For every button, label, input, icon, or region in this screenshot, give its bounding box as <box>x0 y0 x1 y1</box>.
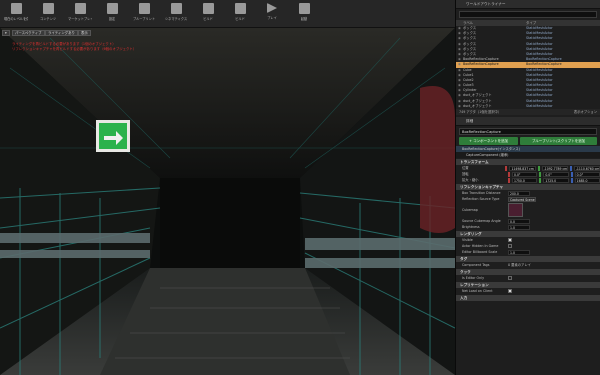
scale-z-field[interactable]: 1685.0 <box>574 177 600 183</box>
brightness-field[interactable]: 1.0 <box>508 224 530 230</box>
marketplace-button[interactable]: マーケットプレイス <box>68 3 92 26</box>
component-child[interactable]: CaptureComponent (継承) <box>456 152 600 158</box>
net-load-checkbox[interactable] <box>508 289 512 293</box>
cubemap-angle-field[interactable]: 0.0 <box>508 218 530 224</box>
cinematics-button[interactable]: シネマティクス <box>164 3 188 26</box>
location-x-field[interactable]: 11498.837 cm <box>509 165 536 171</box>
rotation-y-field[interactable]: 0.0° <box>543 171 569 177</box>
content-button[interactable]: コンテンツ <box>36 3 60 26</box>
hammer-icon <box>234 3 246 14</box>
scale-y-field[interactable]: 1725.0 <box>543 177 569 183</box>
rotation-x-field[interactable]: 0.0° <box>512 171 538 177</box>
warning-line-reflection: リフレクションキャプチャを再ビルドする必要があります（6個のオブジェクト） <box>12 47 137 51</box>
source-type-dropdown[interactable]: Captured Scene <box>508 196 536 202</box>
outliner-search-input[interactable] <box>459 11 597 18</box>
add-component-button[interactable]: + コンポーネントを追加 <box>459 137 519 145</box>
level-viewport[interactable]: ▾ パースペクティブ ライティングあり 表示 ライティングを再ビルドする必要があ… <box>0 28 455 375</box>
scale-x-field[interactable]: 1750.0 <box>512 177 538 183</box>
outliner-list: ◉ ボックス StaticMeshActor ◉ ボックス StaticMeshActor… <box>456 26 600 109</box>
tab-details[interactable]: 詳細 <box>456 117 600 126</box>
cubemap-thumbnail[interactable] <box>508 203 523 217</box>
prop-cubemap: Cubemap <box>456 202 600 218</box>
component-tags-value[interactable]: 0 要素のアレイ <box>508 262 600 268</box>
build-icon <box>202 3 214 14</box>
actor-name-field[interactable]: BoxReflectionCapture <box>459 128 597 135</box>
side-panel: ワールドアウトライナー ラベル タイプ ◉ ボックス StaticMeshActor… <box>455 0 600 375</box>
blueprints-button[interactable]: ブループリント <box>132 3 156 26</box>
visible-checkbox[interactable] <box>508 238 512 242</box>
launch-icon <box>298 3 310 14</box>
play-icon <box>267 3 277 13</box>
viewport-scene <box>0 28 455 375</box>
lit-mode-button[interactable]: ライティングあり <box>45 30 78 36</box>
viewport-options-button[interactable]: ▾ <box>2 30 10 36</box>
rebuild-warning: ライティングを再ビルドする必要があります（1個のオブジェクト） リフレクションキ… <box>12 42 136 52</box>
main-toolbar: 現在のレベルを保存 コンテンツ マーケットプレイス 設定 ブループリント シネマ… <box>0 0 455 28</box>
prop-scale: 拡大・縮小 1750.0 1725.0 1685.0 <box>456 177 600 183</box>
settings-button[interactable]: 設定 <box>100 3 124 26</box>
save-icon <box>10 3 22 14</box>
build-options-button[interactable]: ビルド <box>228 3 252 26</box>
gear-icon <box>106 3 118 14</box>
add-blueprint-button[interactable]: ブループリント/スクリプトを追加 <box>520 137 597 145</box>
editor-only-checkbox[interactable] <box>508 276 512 280</box>
marketplace-icon <box>74 3 86 14</box>
tab-world-outliner[interactable]: ワールドアウトライナー <box>456 0 600 9</box>
actor-count: 749 アクタ（1個を選択中） <box>459 110 502 114</box>
prop-source-type: Reflection Source Type Captured Scene <box>462 196 536 202</box>
blueprint-icon <box>138 3 150 14</box>
prop-editor-only: Is Editor Only <box>456 275 600 281</box>
billboard-scale-field[interactable]: 1.0 <box>508 249 530 255</box>
rotation-z-field[interactable]: 0.0° <box>574 171 600 177</box>
prop-net-load: Net Load on Client <box>456 288 600 294</box>
section-input[interactable]: 入力 <box>456 295 600 301</box>
perspective-button[interactable]: パースペクティブ <box>12 30 45 36</box>
content-icon <box>42 3 54 14</box>
show-button[interactable]: 表示 <box>78 30 91 36</box>
hidden-in-game-checkbox[interactable] <box>508 244 512 248</box>
launch-button[interactable]: 起動 <box>292 3 316 26</box>
box-transition-field[interactable]: 200.0 <box>508 190 530 196</box>
build-button[interactable]: ビルド <box>196 3 220 26</box>
prop-component-tags: Component Tags 0 要素のアレイ <box>456 262 600 268</box>
location-z-field[interactable]: -1110.6760 cm <box>573 165 600 171</box>
play-button[interactable]: プレイ <box>260 3 284 26</box>
prop-billboard-scale: Editor Billboard Scale 1.0 <box>456 249 600 255</box>
prop-brightness: Brightness 1.0 <box>456 224 600 230</box>
save-level-button[interactable]: 現在のレベルを保存 <box>4 3 28 26</box>
location-y-field[interactable]: -1092.7789 cm <box>541 165 568 171</box>
outliner-footer: 749 アクタ（1個を選択中） 表示オプション <box>456 109 600 115</box>
view-options-button[interactable]: 表示オプション <box>574 109 597 115</box>
clapper-icon <box>170 3 182 14</box>
